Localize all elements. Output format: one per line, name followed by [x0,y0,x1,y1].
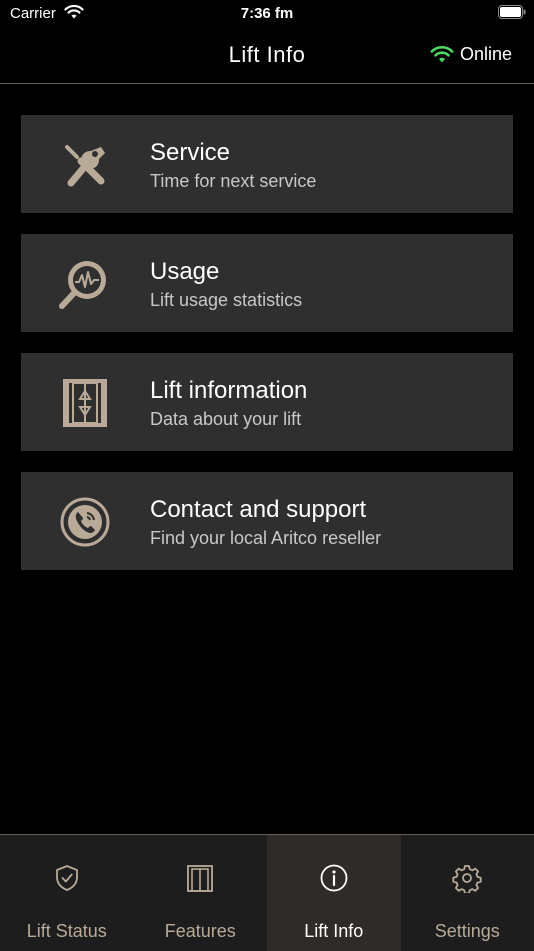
service-title: Service [150,139,230,167]
tab-lift-info-label: Lift Info [267,921,401,942]
lift-information-card[interactable]: Lift information Data about your lift [21,353,513,451]
lift-info-menu: Service Time for next service Usage Lift… [21,115,513,591]
tab-lift-status-label: Lift Status [0,921,134,942]
battery-icon [498,5,526,19]
statistics-magnifier-icon [57,256,113,312]
usage-subtitle: Lift usage statistics [150,290,302,311]
tab-features-label: Features [134,921,268,942]
wrench-screwdriver-icon [57,137,113,193]
tab-bar: Lift Status Features Lift Info Settings [0,834,534,951]
usage-title: Usage [150,258,219,286]
lift-information-subtitle: Data about your lift [150,409,301,430]
contact-support-subtitle: Find your local Aritco reseller [150,528,381,549]
status-bar: Carrier 7:36 fm [0,0,534,28]
connection-status-label: Online [460,44,512,65]
service-subtitle: Time for next service [150,171,316,192]
phone-icon [57,494,113,550]
tab-lift-status[interactable]: Lift Status [0,835,134,951]
connection-status: Online [430,44,512,65]
tab-lift-info[interactable]: Lift Info [267,835,401,951]
service-card[interactable]: Service Time for next service [21,115,513,213]
lift-information-title: Lift information [150,377,307,405]
lift-panel-icon [185,863,215,893]
tab-features[interactable]: Features [134,835,268,951]
clock-time: 7:36 fm [0,5,534,22]
wifi-online-icon [430,45,454,64]
contact-support-title: Contact and support [150,496,366,524]
usage-card[interactable]: Usage Lift usage statistics [21,234,513,332]
shield-check-icon [52,863,82,893]
info-icon [319,863,349,893]
tab-settings[interactable]: Settings [401,835,534,951]
gear-icon [452,863,482,893]
tab-settings-label: Settings [401,921,534,942]
contact-support-card[interactable]: Contact and support Find your local Arit… [21,472,513,570]
navigation-bar: Lift Info Online [0,28,534,84]
lift-doors-icon [57,375,113,431]
